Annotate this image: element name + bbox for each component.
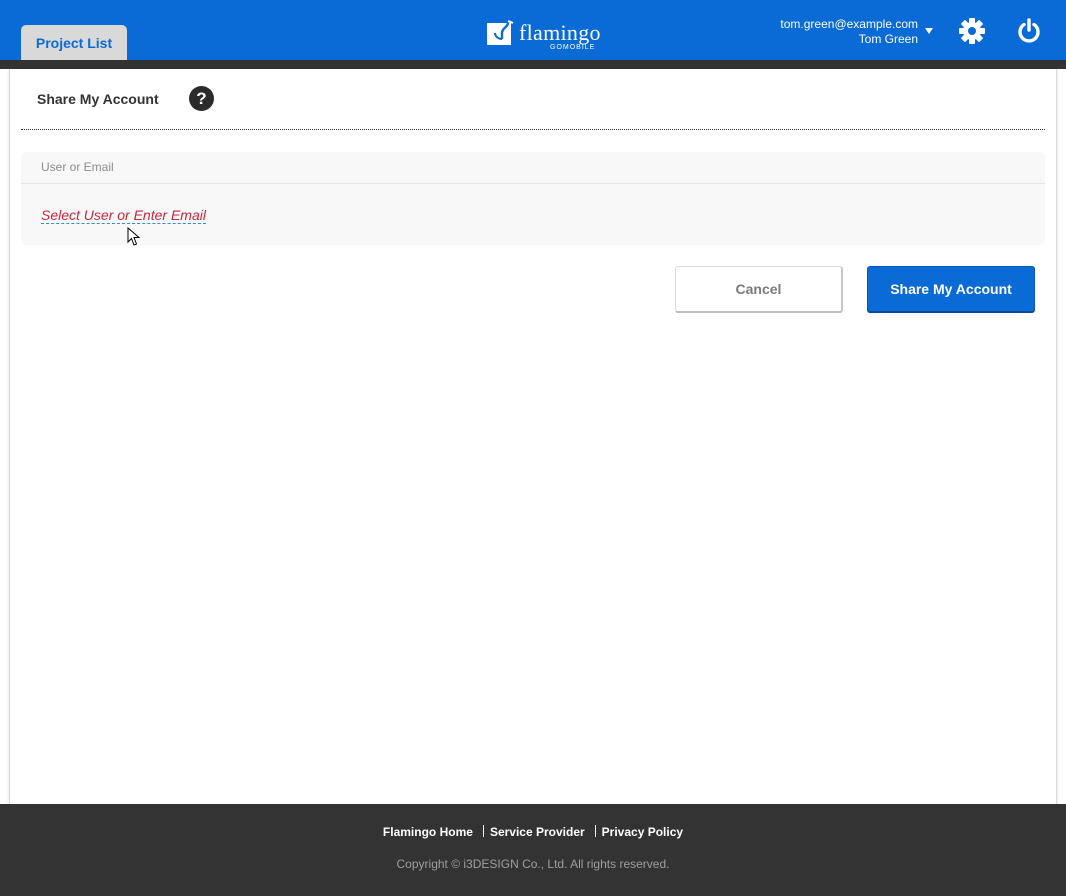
footer-separator <box>482 825 484 837</box>
footer-link-privacy-policy[interactable]: Privacy Policy <box>602 825 683 839</box>
mouse-pointer-icon <box>127 227 141 246</box>
caret-down-icon[interactable] <box>925 28 933 34</box>
user-name: Tom Green <box>858 32 918 46</box>
top-bar: Project List flamingo GOMOBILE tom.green… <box>0 0 1066 60</box>
tab-project-list[interactable]: Project List <box>21 25 127 60</box>
copyright-text: Copyright © i3DESIGN Co., Ltd. All right… <box>396 857 670 871</box>
field-divider <box>21 183 1045 184</box>
user-email: tom.green@example.com <box>780 17 918 31</box>
gear-icon[interactable] <box>958 17 986 45</box>
user-or-email-input[interactable]: Select User or Enter Email <box>41 207 206 224</box>
footer-link-flamingo-home[interactable]: Flamingo Home <box>383 825 473 839</box>
footer-separator <box>594 825 596 837</box>
help-icon[interactable]: ? <box>189 86 214 111</box>
power-icon[interactable] <box>1015 17 1043 45</box>
user-menu[interactable]: tom.green@example.com Tom Green <box>780 17 918 47</box>
footer: Flamingo Home Service Provider Privacy Pol… <box>0 804 1066 896</box>
footer-link-service-provider[interactable]: Service Provider <box>490 825 585 839</box>
logo-subtext: GOMOBILE <box>550 44 596 51</box>
header-strip <box>0 60 1066 69</box>
footer-links: Flamingo Home Service Provider Privacy Pol… <box>0 825 1066 839</box>
cancel-button[interactable]: Cancel <box>675 266 843 313</box>
page-title: Share My Account <box>37 91 159 107</box>
title-divider <box>21 129 1045 130</box>
share-my-account-button[interactable]: Share My Account <box>867 266 1035 313</box>
flamingo-logo-icon <box>487 18 514 45</box>
share-form: User or Email Select User or Enter Email <box>21 152 1045 245</box>
flamingo-logo[interactable]: flamingo GOMOBILE <box>486 17 610 54</box>
user-or-email-label: User or Email <box>41 160 114 174</box>
